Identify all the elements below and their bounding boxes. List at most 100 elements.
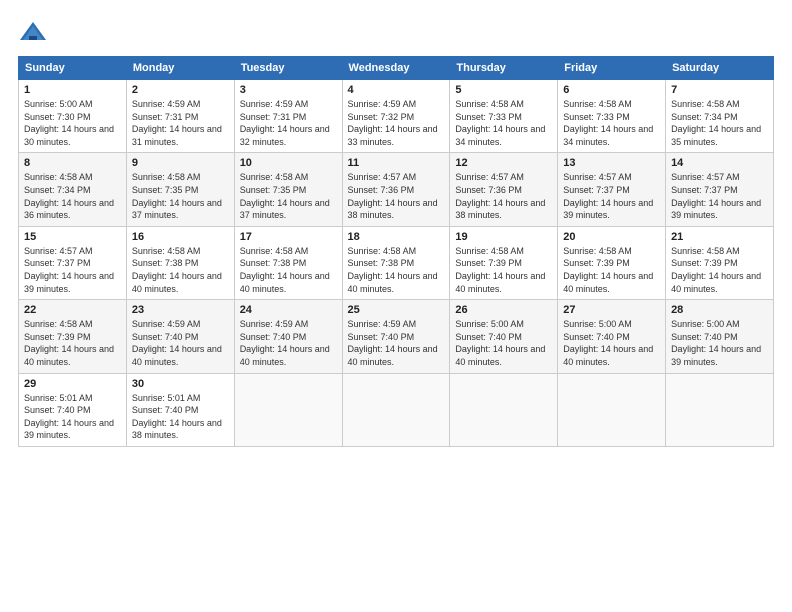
day-info: Sunrise: 4:58 AMSunset: 7:33 PMDaylight:… — [563, 98, 660, 148]
day-number: 5 — [455, 84, 552, 96]
day-number: 25 — [348, 304, 445, 316]
day-info: Sunrise: 5:00 AMSunset: 7:40 PMDaylight:… — [563, 318, 660, 368]
calendar-cell: 10Sunrise: 4:58 AMSunset: 7:35 PMDayligh… — [234, 153, 342, 226]
calendar-cell: 30Sunrise: 5:01 AMSunset: 7:40 PMDayligh… — [126, 373, 234, 446]
calendar-cell: 6 Sunrise: 4:58 AMSunset: 7:33 PMDaylight… — [558, 80, 666, 153]
page-header — [18, 18, 774, 48]
calendar-header-saturday: Saturday — [666, 57, 774, 80]
day-number: 6 — [563, 84, 660, 96]
calendar-cell — [450, 373, 558, 446]
day-info: Sunrise: 4:57 AMSunset: 7:37 PMDaylight:… — [563, 171, 660, 221]
calendar-week-row: 1 Sunrise: 5:00 AMSunset: 7:30 PMDaylight… — [19, 80, 774, 153]
day-number: 7 — [671, 84, 768, 96]
calendar-cell: 15 Sunrise: 4:57 AMSunset: 7:37 PMDayligh… — [19, 226, 127, 299]
calendar-cell: 12 Sunrise: 4:57 AMSunset: 7:36 PMDayligh… — [450, 153, 558, 226]
calendar-cell: 9 Sunrise: 4:58 AMSunset: 7:35 PMDaylight… — [126, 153, 234, 226]
day-number: 14 — [671, 157, 768, 169]
day-number: 1 — [24, 84, 121, 96]
day-info: Sunrise: 4:58 AMSunset: 7:38 PMDaylight:… — [240, 245, 337, 295]
day-info: Sunrise: 4:58 AMSunset: 7:39 PMDaylight:… — [671, 245, 768, 295]
day-info: Sunrise: 4:58 AMSunset: 7:38 PMDaylight:… — [348, 245, 445, 295]
calendar-cell: 5 Sunrise: 4:58 AMSunset: 7:33 PMDaylight… — [450, 80, 558, 153]
calendar-cell: 24 Sunrise: 4:59 AMSunset: 7:40 PMDayligh… — [234, 300, 342, 373]
calendar-cell: 13 Sunrise: 4:57 AMSunset: 7:37 PMDayligh… — [558, 153, 666, 226]
day-info: Sunrise: 4:58 AMSunset: 7:33 PMDaylight:… — [455, 98, 552, 148]
day-number: 13 — [563, 157, 660, 169]
day-info: Sunrise: 4:58 AMSunset: 7:35 PMDaylight:… — [240, 171, 337, 221]
calendar-cell: 1 Sunrise: 5:00 AMSunset: 7:30 PMDaylight… — [19, 80, 127, 153]
day-info: Sunrise: 4:58 AMSunset: 7:39 PMDaylight:… — [455, 245, 552, 295]
day-info: Sunrise: 5:01 AMSunset: 7:40 PMDaylight:… — [132, 392, 229, 442]
calendar-cell: 26 Sunrise: 5:00 AMSunset: 7:40 PMDayligh… — [450, 300, 558, 373]
calendar-week-row: 8 Sunrise: 4:58 AMSunset: 7:34 PMDaylight… — [19, 153, 774, 226]
calendar-cell: 18 Sunrise: 4:58 AMSunset: 7:38 PMDayligh… — [342, 226, 450, 299]
day-info: Sunrise: 4:58 AMSunset: 7:35 PMDaylight:… — [132, 171, 229, 221]
day-number: 18 — [348, 231, 445, 243]
day-number: 9 — [132, 157, 229, 169]
logo-icon — [18, 18, 48, 48]
logo — [18, 18, 52, 48]
day-number: 24 — [240, 304, 337, 316]
calendar-week-row: 15 Sunrise: 4:57 AMSunset: 7:37 PMDayligh… — [19, 226, 774, 299]
calendar-cell — [342, 373, 450, 446]
day-number: 3 — [240, 84, 337, 96]
calendar-cell: 29Sunrise: 5:01 AMSunset: 7:40 PMDayligh… — [19, 373, 127, 446]
day-info: Sunrise: 4:58 AMSunset: 7:39 PMDaylight:… — [563, 245, 660, 295]
day-info: Sunrise: 5:00 AMSunset: 7:40 PMDaylight:… — [455, 318, 552, 368]
calendar-cell: 20 Sunrise: 4:58 AMSunset: 7:39 PMDayligh… — [558, 226, 666, 299]
day-info: Sunrise: 4:59 AMSunset: 7:40 PMDaylight:… — [240, 318, 337, 368]
day-info: Sunrise: 4:57 AMSunset: 7:37 PMDaylight:… — [24, 245, 121, 295]
day-number: 17 — [240, 231, 337, 243]
day-number: 23 — [132, 304, 229, 316]
calendar-cell: 11 Sunrise: 4:57 AMSunset: 7:36 PMDayligh… — [342, 153, 450, 226]
calendar-cell: 28 Sunrise: 5:00 AMSunset: 7:40 PMDayligh… — [666, 300, 774, 373]
day-info: Sunrise: 4:58 AMSunset: 7:34 PMDaylight:… — [671, 98, 768, 148]
day-info: Sunrise: 5:01 AMSunset: 7:40 PMDaylight:… — [24, 392, 121, 442]
calendar-week-row: 22 Sunrise: 4:58 AMSunset: 7:39 PMDayligh… — [19, 300, 774, 373]
day-number: 15 — [24, 231, 121, 243]
day-number: 27 — [563, 304, 660, 316]
calendar-header-monday: Monday — [126, 57, 234, 80]
calendar-cell: 25 Sunrise: 4:59 AMSunset: 7:40 PMDayligh… — [342, 300, 450, 373]
day-number: 28 — [671, 304, 768, 316]
day-info: Sunrise: 5:00 AMSunset: 7:30 PMDaylight:… — [24, 98, 121, 148]
day-info: Sunrise: 4:58 AMSunset: 7:39 PMDaylight:… — [24, 318, 121, 368]
calendar-cell: 16Sunrise: 4:58 AMSunset: 7:38 PMDayligh… — [126, 226, 234, 299]
calendar-cell: 7 Sunrise: 4:58 AMSunset: 7:34 PMDaylight… — [666, 80, 774, 153]
calendar-cell — [666, 373, 774, 446]
calendar-header-wednesday: Wednesday — [342, 57, 450, 80]
day-info: Sunrise: 4:59 AMSunset: 7:32 PMDaylight:… — [348, 98, 445, 148]
calendar-table: SundayMondayTuesdayWednesdayThursdayFrid… — [18, 56, 774, 447]
calendar-page: SundayMondayTuesdayWednesdayThursdayFrid… — [0, 0, 792, 612]
calendar-cell: 14 Sunrise: 4:57 AMSunset: 7:37 PMDayligh… — [666, 153, 774, 226]
day-info: Sunrise: 4:59 AMSunset: 7:40 PMDaylight:… — [132, 318, 229, 368]
day-info: Sunrise: 4:59 AMSunset: 7:31 PMDaylight:… — [240, 98, 337, 148]
day-number: 11 — [348, 157, 445, 169]
day-number: 2 — [132, 84, 229, 96]
day-info: Sunrise: 4:57 AMSunset: 7:37 PMDaylight:… — [671, 171, 768, 221]
day-number: 22 — [24, 304, 121, 316]
calendar-cell: 23 Sunrise: 4:59 AMSunset: 7:40 PMDayligh… — [126, 300, 234, 373]
day-info: Sunrise: 5:00 AMSunset: 7:40 PMDaylight:… — [671, 318, 768, 368]
calendar-cell: 21Sunrise: 4:58 AMSunset: 7:39 PMDayligh… — [666, 226, 774, 299]
calendar-cell — [234, 373, 342, 446]
day-info: Sunrise: 4:57 AMSunset: 7:36 PMDaylight:… — [455, 171, 552, 221]
day-info: Sunrise: 4:59 AMSunset: 7:40 PMDaylight:… — [348, 318, 445, 368]
calendar-cell: 19 Sunrise: 4:58 AMSunset: 7:39 PMDayligh… — [450, 226, 558, 299]
calendar-cell: 8 Sunrise: 4:58 AMSunset: 7:34 PMDaylight… — [19, 153, 127, 226]
day-number: 26 — [455, 304, 552, 316]
calendar-cell: 4 Sunrise: 4:59 AMSunset: 7:32 PMDaylight… — [342, 80, 450, 153]
calendar-header-friday: Friday — [558, 57, 666, 80]
day-info: Sunrise: 4:58 AMSunset: 7:34 PMDaylight:… — [24, 171, 121, 221]
calendar-header-tuesday: Tuesday — [234, 57, 342, 80]
calendar-cell: 17 Sunrise: 4:58 AMSunset: 7:38 PMDayligh… — [234, 226, 342, 299]
day-number: 4 — [348, 84, 445, 96]
calendar-week-row: 29Sunrise: 5:01 AMSunset: 7:40 PMDayligh… — [19, 373, 774, 446]
day-number: 19 — [455, 231, 552, 243]
day-number: 20 — [563, 231, 660, 243]
calendar-header-row: SundayMondayTuesdayWednesdayThursdayFrid… — [19, 57, 774, 80]
day-number: 12 — [455, 157, 552, 169]
calendar-cell: 2Sunrise: 4:59 AMSunset: 7:31 PMDaylight… — [126, 80, 234, 153]
day-number: 8 — [24, 157, 121, 169]
day-info: Sunrise: 4:57 AMSunset: 7:36 PMDaylight:… — [348, 171, 445, 221]
